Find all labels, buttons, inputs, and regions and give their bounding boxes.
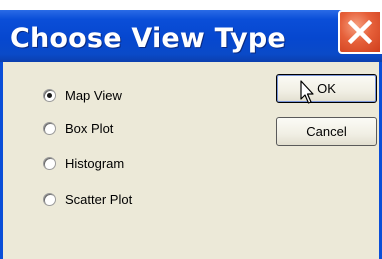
option-box-plot[interactable]: Box Plot xyxy=(43,119,113,137)
radio-map-view[interactable] xyxy=(43,88,56,102)
choose-view-type-dialog: Choose View Type Map View Box Plot Histo… xyxy=(0,0,382,259)
radio-histogram[interactable] xyxy=(43,156,56,170)
title-bar[interactable]: Choose View Type xyxy=(0,10,382,62)
radio-box-plot[interactable] xyxy=(43,121,56,135)
ok-button[interactable]: OK xyxy=(276,74,377,103)
dialog-title: Choose View Type xyxy=(10,23,286,54)
radio-scatter-plot[interactable] xyxy=(43,192,56,206)
option-scatter-plot[interactable]: Scatter Plot xyxy=(43,190,132,208)
option-map-view[interactable]: Map View xyxy=(43,86,122,104)
option-label: Box Plot xyxy=(65,120,114,136)
close-icon xyxy=(347,19,373,45)
close-button[interactable] xyxy=(338,10,382,54)
cancel-button[interactable]: Cancel xyxy=(276,117,377,146)
option-label: Map View xyxy=(65,87,122,103)
dialog-body: Map View Box Plot Histogram Scatter Plot… xyxy=(0,62,382,259)
option-histogram[interactable]: Histogram xyxy=(43,154,124,172)
option-label: Scatter Plot xyxy=(65,191,133,207)
option-label: Histogram xyxy=(65,155,125,171)
